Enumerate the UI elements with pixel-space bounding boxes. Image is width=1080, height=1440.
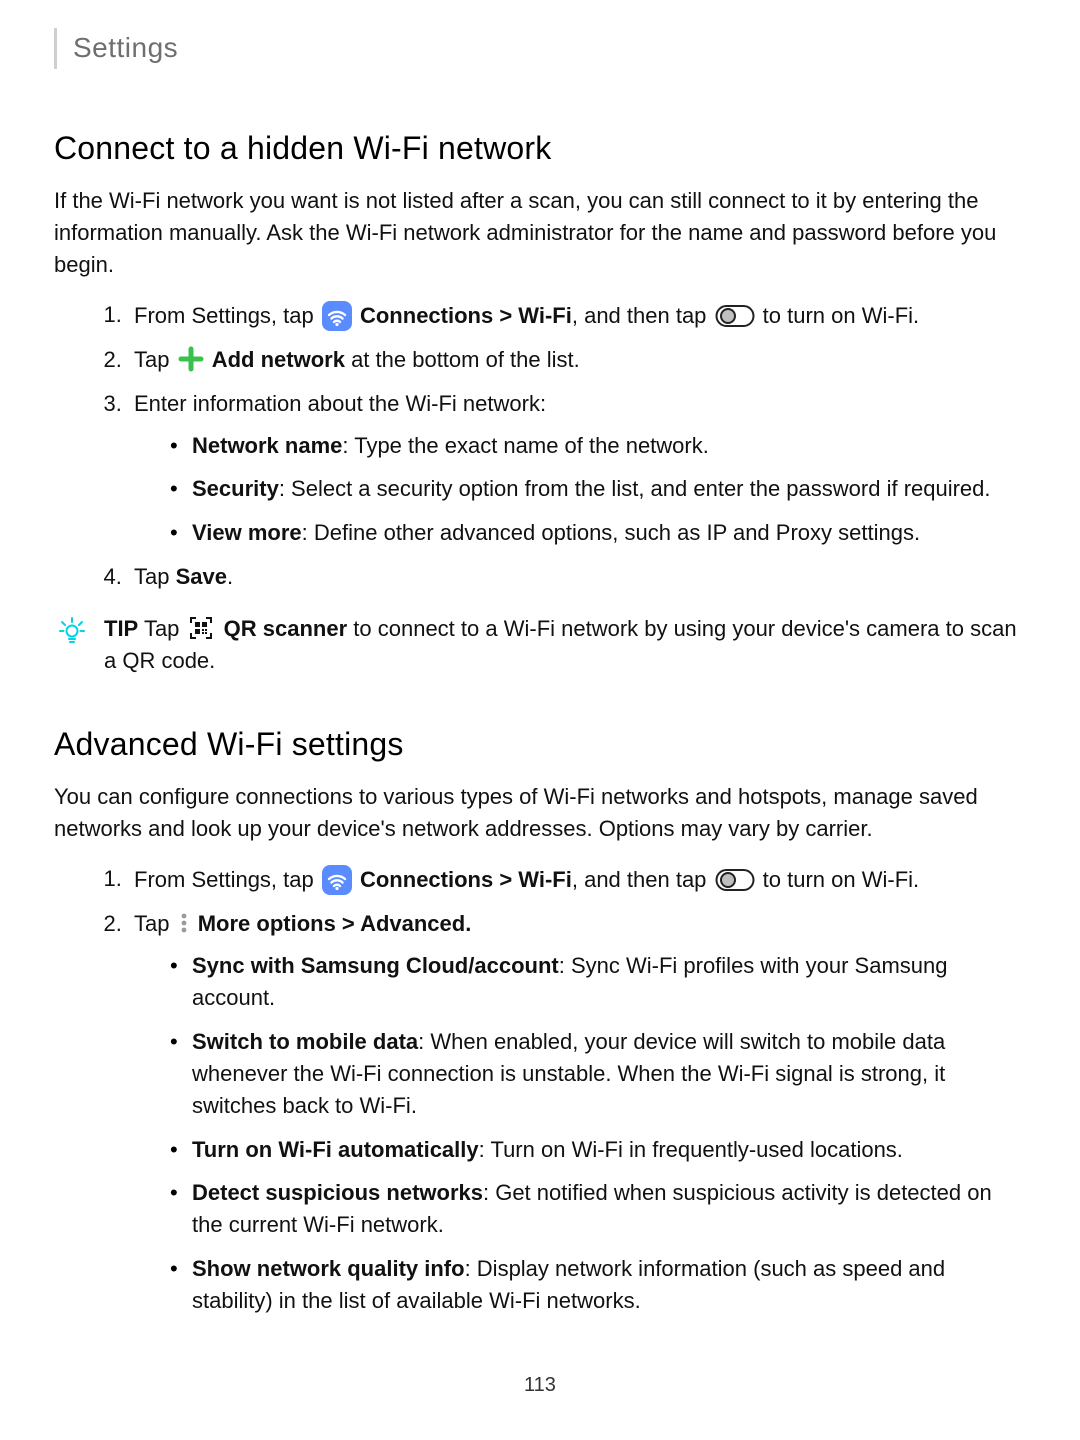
section1-step3-bullet2: Security: Select a security option from … [170,473,1026,505]
section2-bullet4: Detect suspicious networks: Get notified… [170,1177,1026,1241]
section1-step4: Tap Save. [128,561,1026,593]
section1-heading: Connect to a hidden Wi-Fi network [54,125,1026,171]
section1-intro: If the Wi-Fi network you want is not lis… [54,185,1026,281]
section2-step2: Tap More options > Advanced. Sync with S… [128,908,1026,1317]
plus-icon [178,346,204,372]
section2-intro: You can configure connections to various… [54,781,1026,845]
section1-step2: Tap Add network at the bottom of the lis… [128,344,1026,376]
section2-steps: From Settings, tap Connections > Wi-Fi, … [54,863,1026,1317]
section1-step1: From Settings, tap Connections > Wi-Fi, … [128,299,1026,332]
section2-bullet3: Turn on Wi-Fi automatically: Turn on Wi-… [170,1134,1026,1166]
breadcrumb-label: Settings [73,32,178,63]
tip-lightbulb-icon [57,615,87,645]
breadcrumb: Settings [54,28,1026,69]
wifi-icon [322,865,352,895]
more-options-icon [178,910,190,936]
section1-step3-bullet3: View more: Define other advanced options… [170,517,1026,549]
section1-step3: Enter information about the Wi-Fi networ… [128,388,1026,550]
tip-block: TIP Tap QR scanner to connect to a Wi-Fi… [54,613,1026,677]
section2-step1: From Settings, tap Connections > Wi-Fi, … [128,863,1026,896]
toggle-icon [715,867,755,893]
section2-bullet5: Show network quality info: Display netwo… [170,1253,1026,1317]
page-number: 113 [54,1371,1026,1400]
qr-scanner-icon [188,615,214,641]
section2-bullet1: Sync with Samsung Cloud/account: Sync Wi… [170,950,1026,1014]
section2-heading: Advanced Wi-Fi settings [54,721,1026,767]
section2-bullet2: Switch to mobile data: When enabled, you… [170,1026,1026,1122]
section1-steps: From Settings, tap Connections > Wi-Fi, … [54,299,1026,593]
section1-step3-bullet1: Network name: Type the exact name of the… [170,430,1026,462]
toggle-icon [715,303,755,329]
wifi-icon [322,301,352,331]
